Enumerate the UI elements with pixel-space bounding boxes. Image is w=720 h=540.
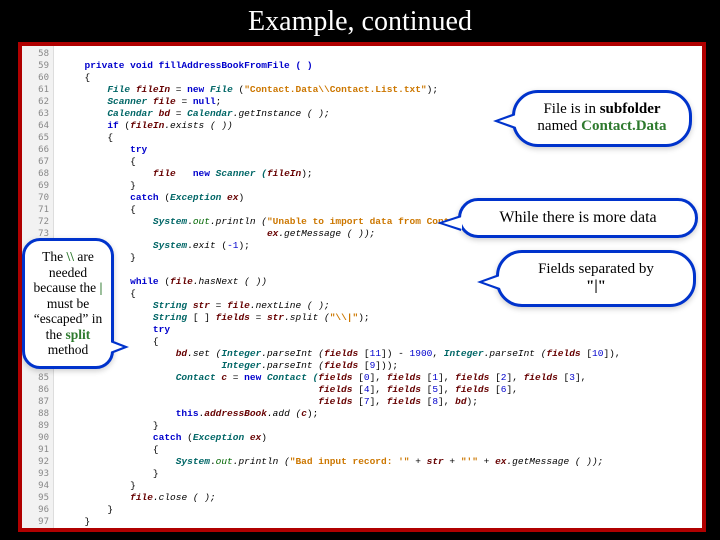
- line-number: 70: [22, 192, 53, 204]
- line-number: 88: [22, 408, 53, 420]
- line-number: 85: [22, 372, 53, 384]
- line-number: 93: [22, 468, 53, 480]
- line-number: 60: [22, 72, 53, 84]
- line-number: 58: [22, 48, 53, 60]
- line-number: 97: [22, 516, 53, 528]
- line-number: 86: [22, 384, 53, 396]
- code-line: private void fillAddressBookFromFile ( ): [85, 60, 313, 71]
- line-number: 96: [22, 504, 53, 516]
- callout-while: While there is more data: [458, 198, 698, 238]
- line-number: 64: [22, 120, 53, 132]
- line-number: 59: [22, 60, 53, 72]
- line-number: 66: [22, 144, 53, 156]
- line-number: 94: [22, 480, 53, 492]
- callout-subfolder: File is in subfolder named Contact.Data: [512, 90, 692, 147]
- callout-fields: Fields separated by "|": [496, 250, 696, 307]
- callout-escape: The \\ are needed because the | must be …: [22, 238, 114, 369]
- line-number: 71: [22, 204, 53, 216]
- line-number: 91: [22, 444, 53, 456]
- line-number: 87: [22, 396, 53, 408]
- line-number: 65: [22, 132, 53, 144]
- line-number: 89: [22, 420, 53, 432]
- slide-title: Example, continued: [0, 0, 720, 40]
- line-number: 63: [22, 108, 53, 120]
- line-number: 61: [22, 84, 53, 96]
- line-number: 92: [22, 456, 53, 468]
- line-number: 95: [22, 492, 53, 504]
- line-number: 68: [22, 168, 53, 180]
- line-number: 72: [22, 216, 53, 228]
- line-number: 62: [22, 96, 53, 108]
- line-number: 90: [22, 432, 53, 444]
- line-number: 67: [22, 156, 53, 168]
- line-number: 69: [22, 180, 53, 192]
